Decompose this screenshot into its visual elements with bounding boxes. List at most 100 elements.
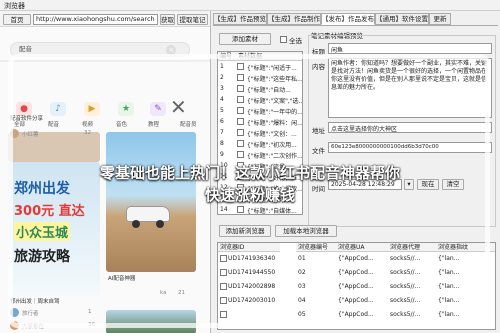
load-local-browser-button[interactable]: 加载本地浏览器 bbox=[275, 225, 337, 237]
browser-cell-num[interactable]: 01 bbox=[298, 255, 334, 262]
browser-cell-ua[interactable]: {"AppCod... bbox=[338, 297, 386, 304]
row-number: 4 bbox=[220, 96, 224, 103]
browser-cell-fp[interactable]: {"lan... bbox=[438, 255, 494, 262]
browser-cell-id[interactable]: UD1741936340 bbox=[228, 255, 286, 262]
browser-cell-fp[interactable]: {"lan... bbox=[438, 297, 494, 304]
row-checkbox[interactable] bbox=[237, 85, 244, 92]
avatar bbox=[10, 129, 19, 138]
category-label[interactable]: 教程 bbox=[148, 120, 159, 128]
browser-cell-id[interactable]: UD1742002898 bbox=[228, 283, 286, 290]
note-title[interactable]: AI配音神器 bbox=[108, 274, 135, 282]
tab-settings[interactable]: 【通用】软件设置 bbox=[375, 13, 429, 25]
content-label: 内容 bbox=[312, 63, 325, 71]
row-number: 3 bbox=[220, 85, 224, 92]
browser-cell-id[interactable]: UD1741944550 bbox=[228, 269, 286, 276]
wheel bbox=[156, 220, 164, 228]
row-checkbox[interactable] bbox=[220, 283, 227, 290]
browser-cell-num[interactable]: 04 bbox=[298, 297, 334, 304]
browser-cell-proxy[interactable]: socks5//... bbox=[390, 283, 434, 290]
material-cell[interactable]: {"标题":"闲适于... bbox=[247, 63, 302, 72]
row-checkbox[interactable] bbox=[237, 96, 244, 103]
browser-cell-fp[interactable]: {"lan... bbox=[438, 311, 494, 318]
browser-cell-ua[interactable]: {"AppCod... bbox=[338, 283, 386, 290]
file-input[interactable]: 60e123e8000000000100dd6b3d70c00 bbox=[328, 142, 492, 153]
column-header: 浏览器指纹 bbox=[436, 243, 495, 252]
like-count: 32 bbox=[84, 130, 91, 136]
category-label[interactable]: 音色 bbox=[116, 120, 127, 128]
row-checkbox[interactable] bbox=[237, 129, 244, 136]
browser-cell-proxy[interactable]: socks5//... bbox=[390, 311, 434, 318]
browser-cell-num[interactable]: 02 bbox=[298, 269, 334, 276]
select-all-label: 全选 bbox=[289, 37, 302, 45]
browser-cell-ua[interactable]: {"AppCod... bbox=[338, 311, 386, 318]
address-label: 地址 bbox=[312, 127, 325, 135]
browser-cell-num[interactable]: 03 bbox=[298, 283, 334, 290]
column-header: 浏览器代理 bbox=[388, 243, 436, 252]
promo-line-2: 快速涨粉赚钱 bbox=[204, 186, 295, 204]
row-checkbox[interactable] bbox=[237, 63, 244, 70]
url-input[interactable]: http://www.xiaohongshu.com/search bbox=[33, 14, 158, 25]
poster-line-4: 旅游攻略 bbox=[14, 249, 70, 265]
browser-cell-proxy[interactable]: socks5//... bbox=[390, 255, 434, 262]
add-material-button[interactable]: 添加素材 bbox=[219, 33, 271, 45]
material-cell[interactable]: {"标题":"这些年私... bbox=[247, 74, 302, 83]
title-input[interactable]: 闲鱼 bbox=[328, 43, 492, 54]
browser-cell-id[interactable]: UD1742003010 bbox=[228, 297, 286, 304]
tab-update[interactable]: 更新 bbox=[429, 13, 451, 25]
tab-preview[interactable]: 【生成】作品预览 bbox=[213, 13, 267, 25]
row-checkbox[interactable] bbox=[220, 255, 227, 262]
divider bbox=[0, 60, 210, 62]
category-icon[interactable]: ▶ bbox=[84, 102, 100, 116]
browser-cell-ua[interactable]: {"AppCod... bbox=[338, 269, 386, 276]
fetch-notes-button[interactable]: 提取笔记 bbox=[177, 14, 208, 25]
landscape-card[interactable] bbox=[106, 310, 196, 333]
material-cell[interactable]: {"标题":"自动... bbox=[247, 85, 302, 94]
browser-grid: 浏览器ID 浏览器编号 浏览器UA 浏览器代理 浏览器指纹 UD17419363… bbox=[217, 242, 496, 330]
browser-cell-fp[interactable]: {"lan... bbox=[438, 269, 494, 276]
select-all-checkbox[interactable] bbox=[280, 36, 287, 43]
row-checkbox[interactable] bbox=[220, 297, 227, 304]
category-label[interactable]: 配音 bbox=[48, 120, 59, 128]
row-number: 2 bbox=[220, 74, 224, 81]
row-checkbox[interactable] bbox=[237, 140, 244, 147]
row-checkbox[interactable] bbox=[237, 151, 244, 158]
row-checkbox[interactable] bbox=[237, 118, 244, 125]
row-checkbox[interactable] bbox=[237, 107, 244, 114]
tab-publish[interactable]: 【发布】作品发布 bbox=[321, 13, 375, 25]
material-cell[interactable]: {"标题":"二次创作... bbox=[247, 151, 302, 160]
category-icon[interactable]: ★ bbox=[118, 102, 134, 116]
like-count: 1 bbox=[88, 309, 92, 315]
close-icon[interactable]: ✕ bbox=[170, 97, 187, 117]
note-title[interactable]: 配音软件分享 bbox=[10, 114, 43, 122]
category-label[interactable]: 配音员 bbox=[180, 120, 197, 128]
go-button[interactable]: 获取 bbox=[160, 14, 175, 25]
site-search-input[interactable]: 配音 bbox=[10, 42, 190, 57]
material-cell[interactable]: {"标题":"初次用... bbox=[247, 140, 302, 149]
browser-cell-fp[interactable]: {"lan... bbox=[438, 283, 494, 290]
category-label[interactable]: 视频 bbox=[82, 120, 93, 128]
add-new-browser-button[interactable]: 添加新浏览器 bbox=[219, 225, 271, 237]
row-number: 5 bbox=[220, 107, 224, 114]
row-checkbox[interactable] bbox=[220, 311, 227, 318]
material-cell[interactable]: {"标题":"文案","选... bbox=[247, 96, 302, 105]
category-icon[interactable]: ✎ bbox=[150, 102, 166, 116]
browser-cell-proxy[interactable]: socks5//... bbox=[390, 297, 434, 304]
home-button[interactable]: 首页 bbox=[3, 14, 31, 25]
material-cell[interactable]: {"标题":"一年中的... bbox=[247, 107, 302, 116]
material-cell[interactable]: {"标题":"爆料：闲... bbox=[247, 118, 302, 127]
file-label: 文件 bbox=[312, 147, 325, 155]
browser-cell-proxy[interactable]: socks5//... bbox=[390, 269, 434, 276]
row-number: 8 bbox=[220, 140, 224, 147]
tab-production[interactable]: 【生成】作品制作 bbox=[267, 13, 321, 25]
row-checkbox[interactable] bbox=[237, 74, 244, 81]
clear-search-icon[interactable]: × bbox=[166, 45, 176, 55]
row-checkbox[interactable] bbox=[220, 269, 227, 276]
browser-cell-ua[interactable]: {"AppCod... bbox=[338, 255, 386, 262]
browser-cell-num[interactable]: 05 bbox=[298, 311, 334, 318]
content-textarea[interactable]: 闲鱼作者：你知道吗？想要做好一个副业，其实不难，关键是找对方法！闲鱼卖货是一个很… bbox=[328, 58, 492, 118]
material-cell[interactable]: {"标题":"文创：... bbox=[247, 129, 302, 138]
note-title[interactable]: 郑州出发｜周末自驾 bbox=[10, 297, 60, 305]
address-input[interactable]: 点击这里选择你的大神区 bbox=[328, 122, 492, 133]
like-count: 21 bbox=[178, 290, 185, 296]
category-icon[interactable]: ♪ bbox=[50, 102, 66, 116]
